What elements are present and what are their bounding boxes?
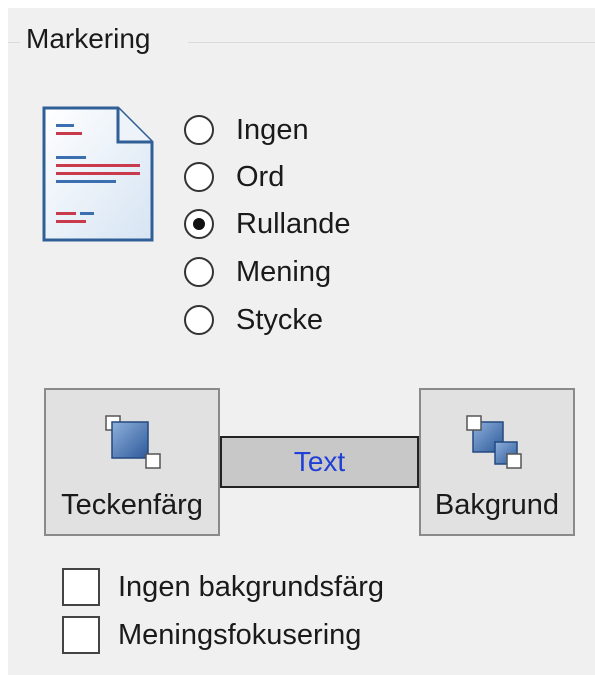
color-preview-text: Text — [293, 446, 346, 477]
checkbox-label: Ingen bakgrundsfärg — [118, 571, 385, 603]
radio-label: Mening — [236, 256, 332, 288]
text-color-button-label: Teckenfärg — [61, 489, 203, 521]
radio-rullande[interactable]: Rullande — [184, 204, 350, 244]
text-color-icon — [105, 415, 161, 469]
document-icon — [42, 106, 154, 242]
radio-button[interactable] — [184, 305, 214, 335]
radio-button-selected[interactable] — [184, 209, 214, 239]
checkbox-sentence-focus[interactable]: Meningsfokusering — [62, 614, 361, 656]
text-color-button[interactable]: Teckenfärg — [44, 388, 220, 536]
radio-label: Ord — [236, 161, 285, 193]
background-color-button-label: Bakgrund — [434, 489, 560, 521]
group-title: Markering — [26, 23, 151, 54]
radio-ord[interactable]: Ord — [184, 157, 284, 197]
background-color-button[interactable]: Bakgrund — [419, 388, 575, 536]
color-preview-box: Text — [220, 436, 419, 488]
radio-button[interactable] — [184, 115, 214, 145]
radio-mening[interactable]: Mening — [184, 252, 331, 292]
checkbox-no-background[interactable]: Ingen bakgrundsfärg — [62, 566, 384, 608]
group-divider-left — [8, 42, 20, 43]
radio-button[interactable] — [184, 162, 214, 192]
radio-button[interactable] — [184, 257, 214, 287]
radio-label: Ingen — [236, 114, 309, 146]
radio-label: Rullande — [236, 208, 351, 240]
radio-label: Stycke — [236, 304, 324, 336]
background-color-icon — [466, 415, 522, 469]
checkbox[interactable] — [62, 616, 100, 654]
radio-ingen[interactable]: Ingen — [184, 110, 309, 150]
checkbox[interactable] — [62, 568, 100, 606]
checkbox-label: Meningsfokusering — [118, 619, 362, 651]
group-divider — [188, 42, 595, 43]
radio-stycke[interactable]: Stycke — [184, 300, 323, 340]
